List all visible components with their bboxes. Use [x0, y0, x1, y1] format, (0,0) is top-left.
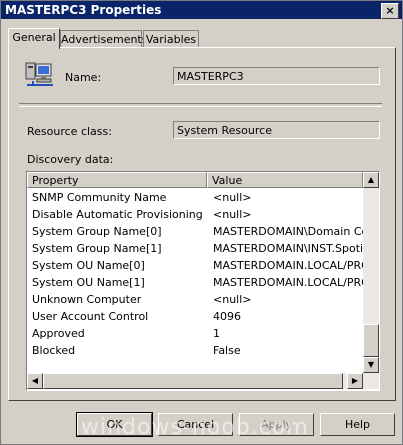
vertical-scrollbar[interactable]: ▲ ▼	[363, 172, 379, 373]
property-cell: System Group Name[1]	[32, 242, 162, 255]
value-cell: 1	[213, 327, 220, 340]
properties-dialog: MASTERPC3 Properties × General Advertise…	[0, 0, 403, 445]
table-row[interactable]: Approved 1	[27, 325, 363, 342]
table-row[interactable]: System Group Name[1] MASTERDOMAIN\INST.S…	[27, 240, 363, 257]
table-row[interactable]: User Account Control 4096	[27, 308, 363, 325]
value-cell: MASTERDOMAIN.LOCAL/PROD	[213, 259, 363, 272]
property-cell: System Group Name[0]	[32, 225, 162, 238]
horizontal-scroll-thumb[interactable]	[43, 373, 343, 389]
name-label: Name:	[65, 71, 102, 84]
property-cell: User Account Control	[32, 310, 149, 323]
table-row[interactable]: Disable Automatic Provisioning <null>	[27, 206, 363, 223]
table-row[interactable]: Blocked False	[27, 342, 363, 359]
value-cell: MASTERDOMAIN\INST.Spotify	[213, 242, 363, 255]
tab-general[interactable]: General	[8, 28, 60, 49]
window-title: MASTERPC3 Properties	[5, 3, 162, 17]
property-cell: Unknown Computer	[32, 293, 142, 306]
vertical-scroll-thumb[interactable]	[363, 324, 379, 357]
resource-class-label: Resource class:	[27, 125, 112, 138]
discovery-data-list[interactable]: Property Value SNMP Community Name <null…	[26, 171, 380, 391]
close-button[interactable]: ×	[381, 3, 399, 19]
value-cell: MASTERDOMAIN.LOCAL/PROD	[213, 276, 363, 289]
watermark: windows-noob.com	[81, 415, 309, 440]
column-header-value[interactable]: Value	[207, 172, 363, 188]
table-row[interactable]: System Group Name[0] MASTERDOMAIN\Domain…	[27, 223, 363, 240]
property-cell: Disable Automatic Provisioning	[32, 208, 203, 221]
resource-class-field[interactable]: System Resource	[173, 121, 380, 139]
property-cell: SNMP Community Name	[32, 191, 167, 204]
computer-icon	[25, 61, 55, 89]
horizontal-scrollbar[interactable]: ◀ ▶	[27, 373, 379, 389]
value-cell: <null>	[213, 191, 252, 204]
tab-variables[interactable]: Variables	[143, 30, 199, 48]
table-row[interactable]: SNMP Community Name <null>	[27, 189, 363, 206]
separator	[19, 103, 382, 107]
property-cell: Approved	[32, 327, 85, 340]
scroll-up-icon[interactable]: ▲	[363, 172, 379, 188]
property-cell: Blocked	[32, 344, 76, 357]
table-row[interactable]: System OU Name[1] MASTERDOMAIN.LOCAL/PRO…	[27, 274, 363, 291]
name-field[interactable]: MASTERPC3	[173, 67, 380, 85]
value-cell: 4096	[213, 310, 241, 323]
table-row[interactable]: Unknown Computer <null>	[27, 291, 363, 308]
property-cell: System OU Name[1]	[32, 276, 145, 289]
value-cell: MASTERDOMAIN\Domain Comp	[213, 225, 363, 238]
discovery-data-label: Discovery data:	[27, 153, 114, 166]
value-cell: False	[213, 344, 241, 357]
column-header-property[interactable]: Property	[27, 172, 207, 188]
scroll-right-icon[interactable]: ▶	[347, 373, 363, 389]
scroll-down-icon[interactable]: ▼	[363, 357, 379, 373]
help-button[interactable]: Help	[320, 413, 395, 436]
table-row[interactable]: System OU Name[0] MASTERDOMAIN.LOCAL/PRO…	[27, 257, 363, 274]
value-cell: <null>	[213, 208, 252, 221]
title-bar: MASTERPC3 Properties ×	[1, 1, 402, 19]
tab-advertisements[interactable]: Advertisements	[60, 30, 147, 48]
scroll-left-icon[interactable]: ◀	[27, 373, 43, 389]
value-cell: <null>	[213, 293, 252, 306]
property-cell: System OU Name[0]	[32, 259, 145, 272]
